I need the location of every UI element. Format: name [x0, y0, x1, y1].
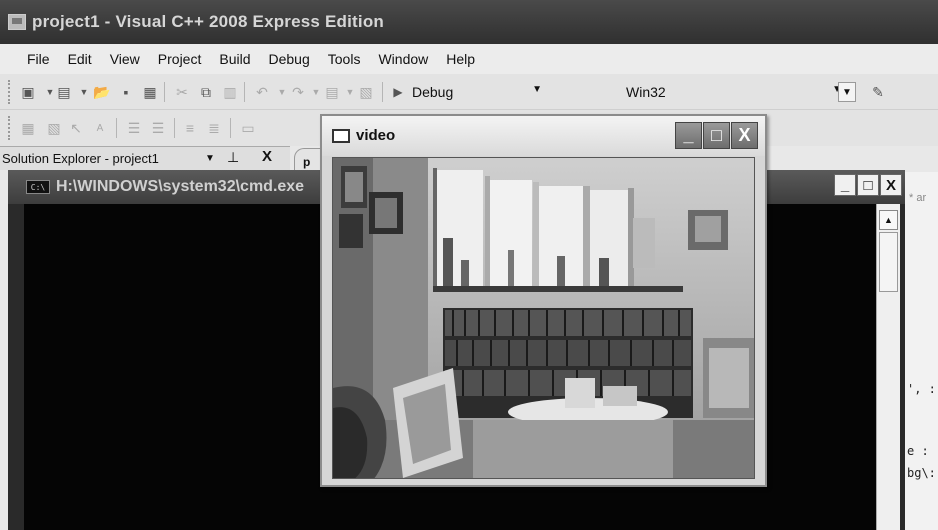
- menu-project[interactable]: Project: [149, 51, 211, 67]
- code-fragment: e :: [907, 444, 929, 458]
- menu-edit[interactable]: Edit: [59, 51, 101, 67]
- configuration-value: Debug: [412, 84, 454, 100]
- pin-icon[interactable]: ⊥: [227, 149, 239, 166]
- copy-icon[interactable]: ⧉: [196, 82, 216, 102]
- open-folder-icon[interactable]: 📂: [92, 82, 112, 102]
- navigate-forward-icon[interactable]: ▧: [356, 82, 376, 102]
- console-icon[interactable]: C:\: [26, 180, 50, 194]
- video-window: video _ □ X: [320, 114, 767, 487]
- find-in-files-icon[interactable]: ✎: [868, 82, 888, 102]
- toolbar-separator: [230, 118, 231, 138]
- scrollbar-thumb[interactable]: [879, 232, 898, 292]
- menu-help[interactable]: Help: [437, 51, 484, 67]
- solution-explorer-title: Solution Explorer - project1: [2, 151, 159, 166]
- find-combo-dropdown[interactable]: ▼: [838, 82, 856, 102]
- console-scrollbar[interactable]: ▲: [876, 204, 900, 530]
- dropdown-arrow-icon[interactable]: ▼: [74, 82, 94, 102]
- cmd-close-button[interactable]: X: [880, 174, 902, 196]
- menu-file[interactable]: File: [18, 51, 59, 67]
- add-item-icon[interactable]: ▤: [54, 82, 74, 102]
- menu-view[interactable]: View: [101, 51, 149, 67]
- menu-window[interactable]: Window: [369, 51, 437, 67]
- ide-window-title: project1 - Visual C++ 2008 Express Editi…: [32, 12, 385, 31]
- uncomment-icon[interactable]: ≣: [204, 118, 224, 138]
- redo-icon[interactable]: ↷: [288, 82, 308, 102]
- video-minimize-button[interactable]: _: [675, 122, 702, 149]
- video-maximize-button[interactable]: □: [703, 122, 730, 149]
- complete-word-icon[interactable]: A: [90, 118, 110, 138]
- code-editor-edge[interactable]: * ar ', : e : bg\:: [900, 172, 938, 530]
- paste-icon[interactable]: ▥: [220, 82, 240, 102]
- close-icon[interactable]: X: [262, 148, 272, 165]
- toolbar-grip[interactable]: [8, 80, 11, 104]
- solution-platform-combo[interactable]: Win32 ▼: [618, 82, 842, 102]
- toolbar-separator: [164, 82, 165, 102]
- cmd-minimize-button[interactable]: _: [834, 174, 856, 196]
- toolbar-grip[interactable]: [8, 116, 11, 140]
- scroll-up-arrow-icon[interactable]: ▲: [879, 210, 898, 230]
- parameter-info-icon[interactable]: ▧: [44, 118, 64, 138]
- toolbar-separator: [116, 118, 117, 138]
- webcam-room-image: [333, 158, 754, 478]
- navigate-backward-icon[interactable]: ▤: [322, 82, 342, 102]
- standard-toolbar: ▣ ▼ ▤ ▼ 📂 ▪ ▦ ✂ ⧉ ▥ ↶ ▼ ↷ ▼ ▤ ▼ ▧ ▶ Debu…: [0, 74, 938, 110]
- chevron-down-icon[interactable]: ▼: [205, 153, 215, 164]
- menu-tools[interactable]: Tools: [319, 51, 370, 67]
- webcam-video-frame: [332, 157, 755, 479]
- code-fragment: bg\:: [907, 466, 936, 480]
- toolbar-separator: [382, 82, 383, 102]
- cmd-window-title: H:\WINDOWS\system32\cmd.exe: [56, 178, 305, 195]
- increase-indent-icon[interactable]: ☰: [148, 118, 168, 138]
- toolbar-separator: [174, 118, 175, 138]
- solution-configuration-combo[interactable]: Debug ▼: [412, 82, 542, 102]
- cut-icon[interactable]: ✂: [172, 82, 192, 102]
- window-icon[interactable]: [332, 129, 350, 143]
- video-close-button[interactable]: X: [731, 122, 758, 149]
- comment-out-icon[interactable]: ≡: [180, 118, 200, 138]
- platform-value: Win32: [626, 84, 666, 100]
- menu-bar: File Edit View Project Build Debug Tools…: [0, 44, 938, 74]
- video-window-title: video: [356, 127, 396, 144]
- cmd-maximize-button[interactable]: □: [857, 174, 879, 196]
- quick-info-icon[interactable]: ↖: [66, 118, 86, 138]
- ide-title-bar[interactable]: project1 - Visual C++ 2008 Express Editi…: [0, 0, 938, 44]
- decrease-indent-icon[interactable]: ☰: [124, 118, 144, 138]
- code-fragment: ', :: [907, 382, 936, 396]
- editor-hint-text: * ar: [909, 192, 927, 204]
- app-window-icon[interactable]: [8, 14, 26, 30]
- bookmark-icon[interactable]: ▭: [238, 118, 258, 138]
- start-debugging-icon[interactable]: ▶: [388, 82, 408, 102]
- solution-explorer-header[interactable]: Solution Explorer - project1 ▼ ⊥ X: [0, 146, 290, 170]
- undo-icon[interactable]: ↶: [252, 82, 272, 102]
- save-all-icon[interactable]: ▦: [140, 82, 160, 102]
- menu-build[interactable]: Build: [210, 51, 259, 67]
- save-icon[interactable]: ▪: [116, 82, 136, 102]
- editor-tab-label: p: [303, 155, 311, 169]
- chevron-down-icon[interactable]: ▼: [532, 84, 542, 95]
- menu-debug[interactable]: Debug: [260, 51, 319, 67]
- new-project-icon[interactable]: ▣: [18, 82, 38, 102]
- toolbar-separator: [244, 82, 245, 102]
- video-title-bar[interactable]: video _ □ X: [322, 116, 765, 156]
- display-object-member-list-icon[interactable]: ▦: [18, 118, 38, 138]
